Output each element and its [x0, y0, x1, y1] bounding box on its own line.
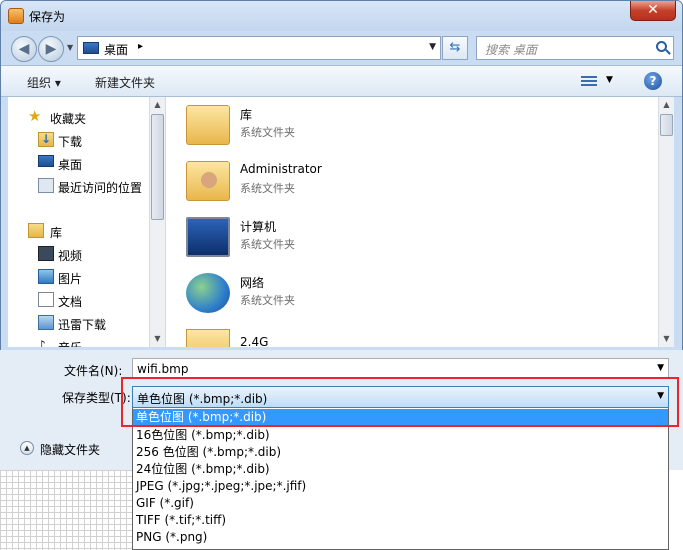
- computer-icon: [186, 217, 230, 257]
- search-placeholder: 搜索 桌面: [485, 43, 537, 57]
- address-location[interactable]: 桌面: [104, 41, 128, 58]
- filetype-dropdown-list: 单色位图 (*.bmp;*.dib) 16色位图 (*.bmp;*.dib) 2…: [132, 408, 669, 550]
- file-list-scrollbar[interactable]: ▲ ▼: [658, 97, 674, 347]
- file-name: 网络: [240, 276, 265, 290]
- document-icon: [38, 292, 54, 307]
- file-type: 系统文件夹: [240, 126, 295, 139]
- download-folder-icon: [38, 132, 54, 147]
- address-dropdown-icon[interactable]: ▼: [429, 42, 436, 52]
- filetype-option-tiff[interactable]: TIFF (*.tif;*.tiff): [133, 512, 668, 529]
- search-icon[interactable]: [656, 41, 667, 52]
- recent-places-icon: [38, 178, 54, 193]
- library-folder-icon: [186, 105, 230, 145]
- file-type: 系统文件夹: [240, 182, 295, 195]
- filename-field[interactable]: wifi.bmp ▼: [132, 358, 669, 379]
- chevron-up-icon[interactable]: ▲: [20, 441, 34, 455]
- filename-label: 文件名(N):: [64, 364, 123, 378]
- sidebar-item-label: 视频: [58, 249, 83, 263]
- navigation-pane: ★ 收藏夹 下载 桌面 最近访问的位置 库 视频 图片 文档 迅雷下载 ♪ 音乐: [8, 97, 165, 347]
- file-name: 2.4G: [240, 335, 269, 347]
- music-icon: ♪: [38, 338, 54, 347]
- breadcrumb-arrow-icon[interactable]: ▸: [138, 41, 143, 52]
- view-options-icon[interactable]: [581, 74, 597, 88]
- navigation-pane-scrollbar[interactable]: ▲ ▼: [149, 97, 165, 347]
- paint-app-icon: [8, 8, 24, 24]
- command-bar: 组织 ▾ 新建文件夹 ▼ ?: [1, 65, 682, 97]
- organize-button[interactable]: 组织 ▾: [27, 74, 61, 91]
- filetype-option-256color-bmp[interactable]: 256 色位图 (*.bmp;*.dib): [133, 444, 668, 461]
- sidebar-item-label: 最近访问的位置: [58, 181, 143, 195]
- hide-folders-label: 隐藏文件夹: [40, 443, 101, 457]
- close-button[interactable]: ✕: [630, 1, 676, 21]
- library-icon: [28, 223, 44, 238]
- filetype-option-jpeg[interactable]: JPEG (*.jpg;*.jpeg;*.jpe;*.jfif): [133, 478, 668, 495]
- user-folder-icon: [186, 161, 230, 201]
- forward-button[interactable]: ▶: [38, 36, 64, 62]
- scrollbar-thumb[interactable]: [660, 114, 673, 136]
- annotation-highlight-box: [121, 377, 679, 427]
- file-name: 计算机: [240, 220, 277, 234]
- filename-value[interactable]: wifi.bmp: [137, 362, 188, 376]
- chevron-down-icon[interactable]: ▼: [657, 363, 664, 373]
- filetype-option-24bit-bmp[interactable]: 24位位图 (*.bmp;*.dib): [133, 461, 668, 478]
- navigation-bar: ◀ ▶ ▼ 桌面 ▸ ▼ ⇆ 搜索 桌面: [1, 31, 682, 65]
- video-icon: [38, 246, 54, 261]
- picture-icon: [38, 269, 54, 284]
- refresh-button[interactable]: ⇆: [442, 36, 468, 60]
- title-bar[interactable]: 保存为 ✕: [1, 1, 682, 31]
- sidebar-item-label: 下载: [58, 135, 83, 149]
- scroll-down-icon[interactable]: ▼: [659, 331, 674, 347]
- file-type: 系统文件夹: [240, 238, 295, 251]
- desktop-icon: [38, 155, 54, 167]
- sidebar-item-label: 库: [50, 226, 63, 240]
- filetype-option-png[interactable]: PNG (*.png): [133, 529, 668, 546]
- address-bar[interactable]: 桌面 ▸ ▼: [77, 36, 441, 60]
- help-icon[interactable]: ?: [644, 72, 662, 90]
- recent-pages-dropdown-icon[interactable]: ▼: [67, 43, 73, 52]
- list-item[interactable]: 2.4G: [184, 325, 584, 347]
- file-name: 库: [240, 108, 253, 122]
- folder-icon: [186, 329, 230, 347]
- scroll-up-icon[interactable]: ▲: [150, 97, 165, 113]
- back-button[interactable]: ◀: [11, 36, 37, 62]
- list-item[interactable]: 网络 系统文件夹: [184, 269, 584, 319]
- scroll-up-icon[interactable]: ▲: [659, 97, 674, 113]
- list-item[interactable]: 库 系统文件夹: [184, 101, 584, 151]
- background-canvas: [0, 470, 140, 550]
- sidebar-item-favorites[interactable]: ★ 收藏夹: [28, 107, 168, 127]
- sidebar-item-libraries[interactable]: 库: [28, 221, 168, 241]
- filetype-option-gif[interactable]: GIF (*.gif): [133, 495, 668, 512]
- view-dropdown-icon[interactable]: ▼: [606, 75, 613, 85]
- sidebar-item-label: 音乐: [58, 339, 82, 347]
- sidebar-item-label: 图片: [58, 272, 83, 286]
- network-icon: [186, 273, 230, 313]
- file-name: Administrator: [240, 162, 322, 176]
- scrollbar-thumb[interactable]: [151, 114, 164, 220]
- desktop-icon: [83, 42, 99, 54]
- sidebar-item-label: 迅雷下载: [58, 318, 107, 332]
- star-icon: ★: [28, 107, 42, 125]
- xunlei-download-icon: [38, 315, 54, 330]
- sidebar-item-label: 收藏夹: [50, 112, 87, 126]
- sidebar-item-label: 文档: [58, 295, 83, 309]
- sidebar-item-label: 桌面: [58, 158, 83, 172]
- list-item[interactable]: Administrator 系统文件夹: [184, 157, 584, 207]
- search-input[interactable]: 搜索 桌面: [476, 36, 674, 60]
- list-item[interactable]: 计算机 系统文件夹: [184, 213, 584, 263]
- filetype-option-16color-bmp[interactable]: 16色位图 (*.bmp;*.dib): [133, 427, 668, 444]
- file-type: 系统文件夹: [240, 294, 295, 307]
- scroll-down-icon[interactable]: ▼: [150, 331, 165, 347]
- window-title: 保存为: [29, 10, 66, 24]
- new-folder-button[interactable]: 新建文件夹: [95, 74, 155, 91]
- file-list-pane: 库 系统文件夹 Administrator 系统文件夹 计算机 系统文件夹 网络…: [166, 97, 674, 347]
